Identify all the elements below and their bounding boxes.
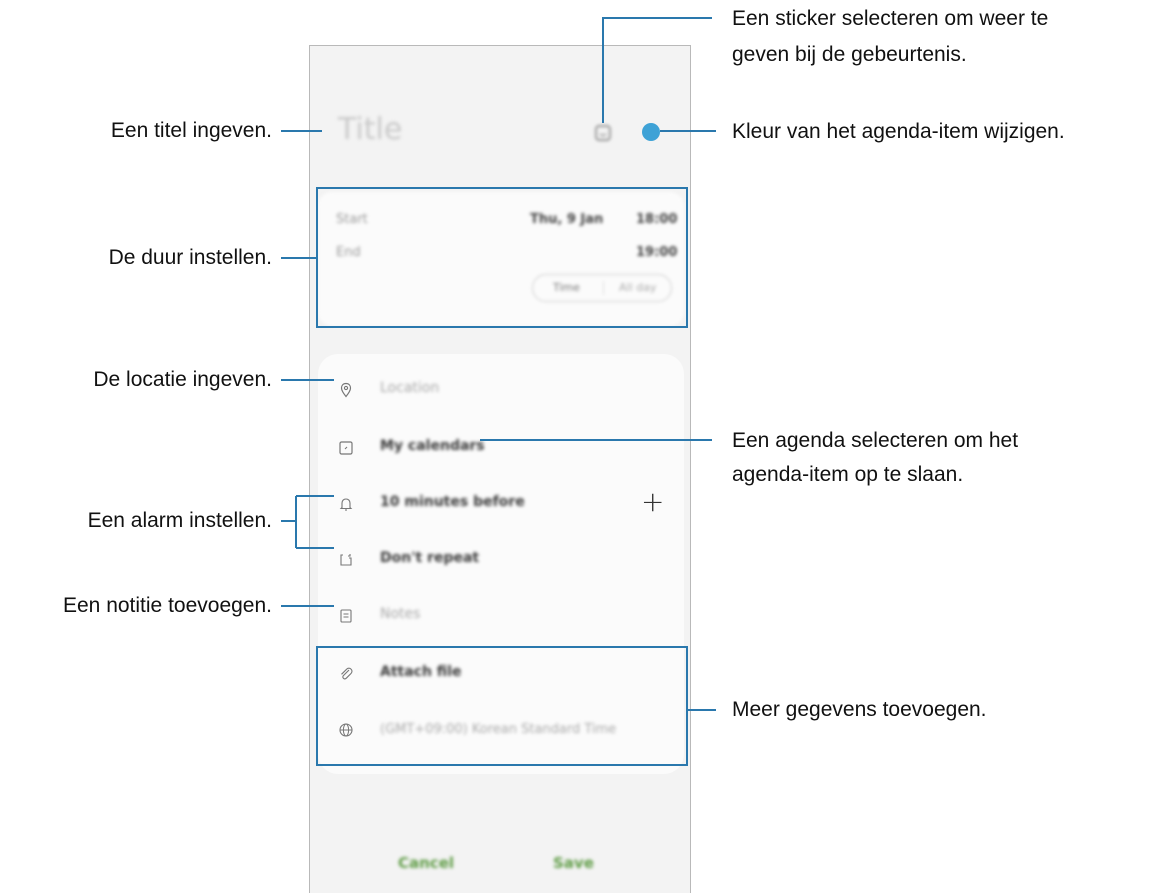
callout-more: Meer gegevens toevoegen. <box>732 698 987 721</box>
callout-location: De locatie ingeven. <box>93 368 272 391</box>
callout-sticker-line2: geven bij de gebeurtenis. <box>732 43 967 66</box>
callout-title: Een titel ingeven. <box>110 119 272 142</box>
callout-duration: De duur instellen. <box>108 246 272 269</box>
callout-color: Kleur van het agenda-item wijzigen. <box>732 120 1065 143</box>
callout-calendar-line1: Een agenda selecteren om het <box>732 429 1019 452</box>
callout-sticker-line1: Een sticker selecteren om weer te <box>732 7 1049 30</box>
callout-alarm: Een alarm instellen. <box>87 509 272 532</box>
callout-calendar-line2: agenda-item op te slaan. <box>732 463 964 486</box>
callout-note: Een notitie toevoegen. <box>63 594 272 617</box>
